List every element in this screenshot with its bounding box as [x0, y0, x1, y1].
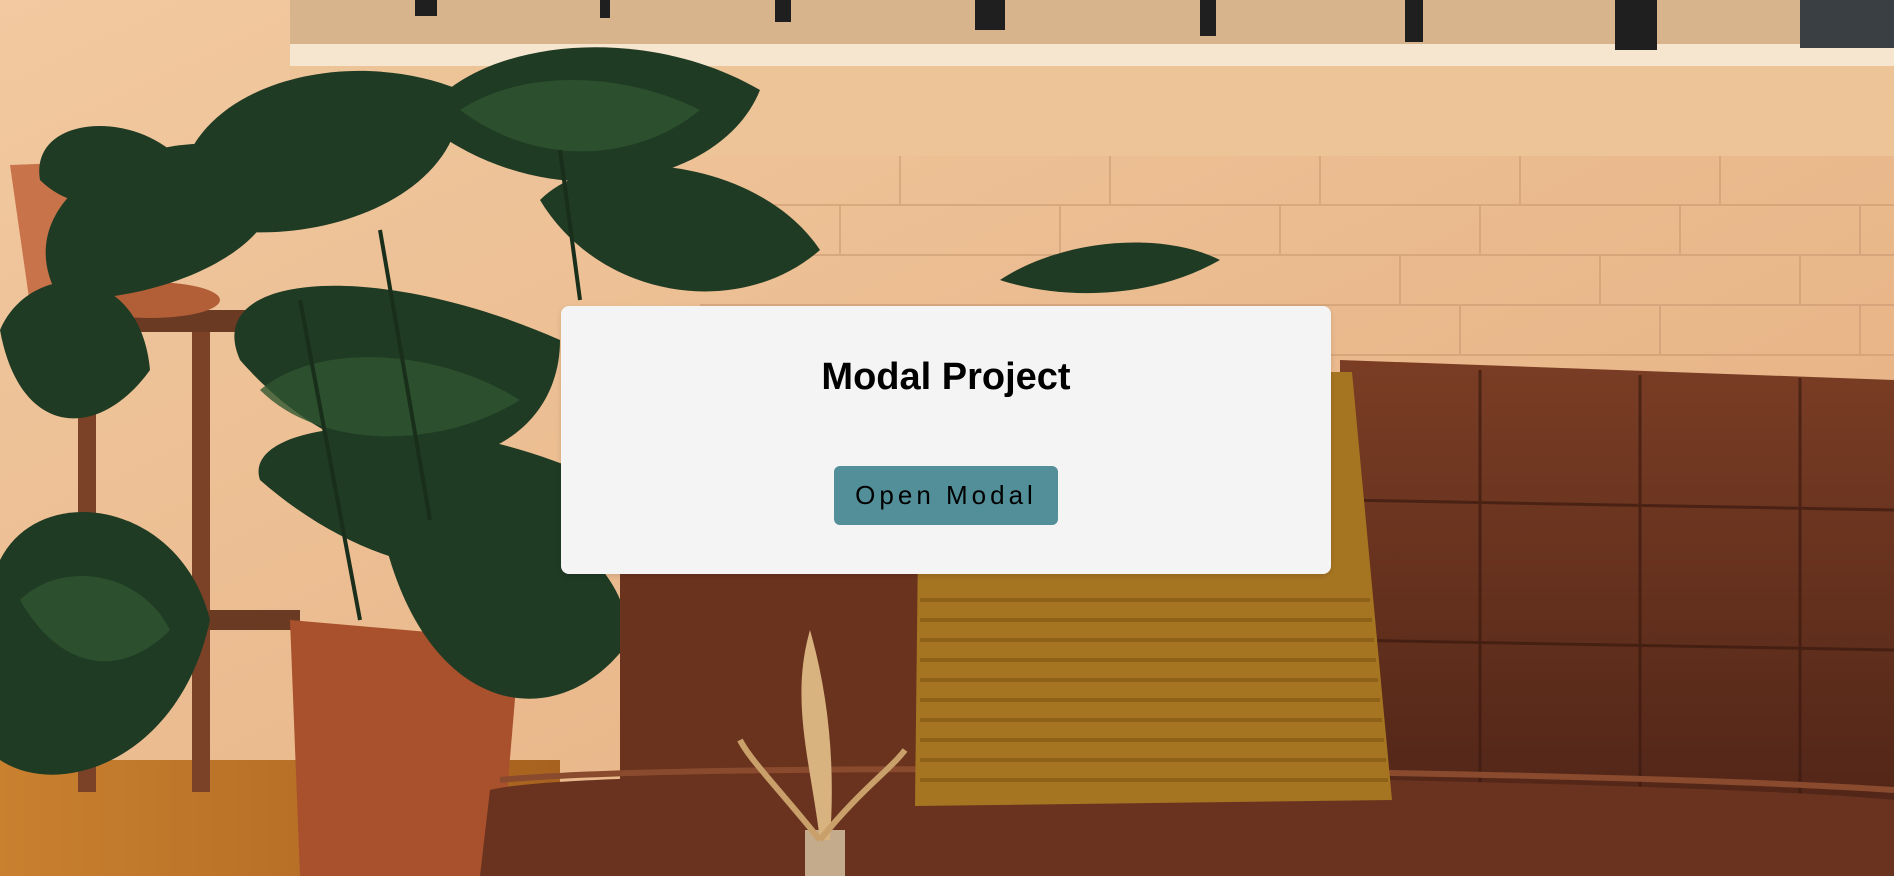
open-modal-button[interactable]: Open Modal — [834, 466, 1058, 525]
page-title: Modal Project — [821, 356, 1071, 398]
modal-card: Modal Project Open Modal — [561, 306, 1331, 574]
page: Modal Project Open Modal — [0, 0, 1894, 876]
